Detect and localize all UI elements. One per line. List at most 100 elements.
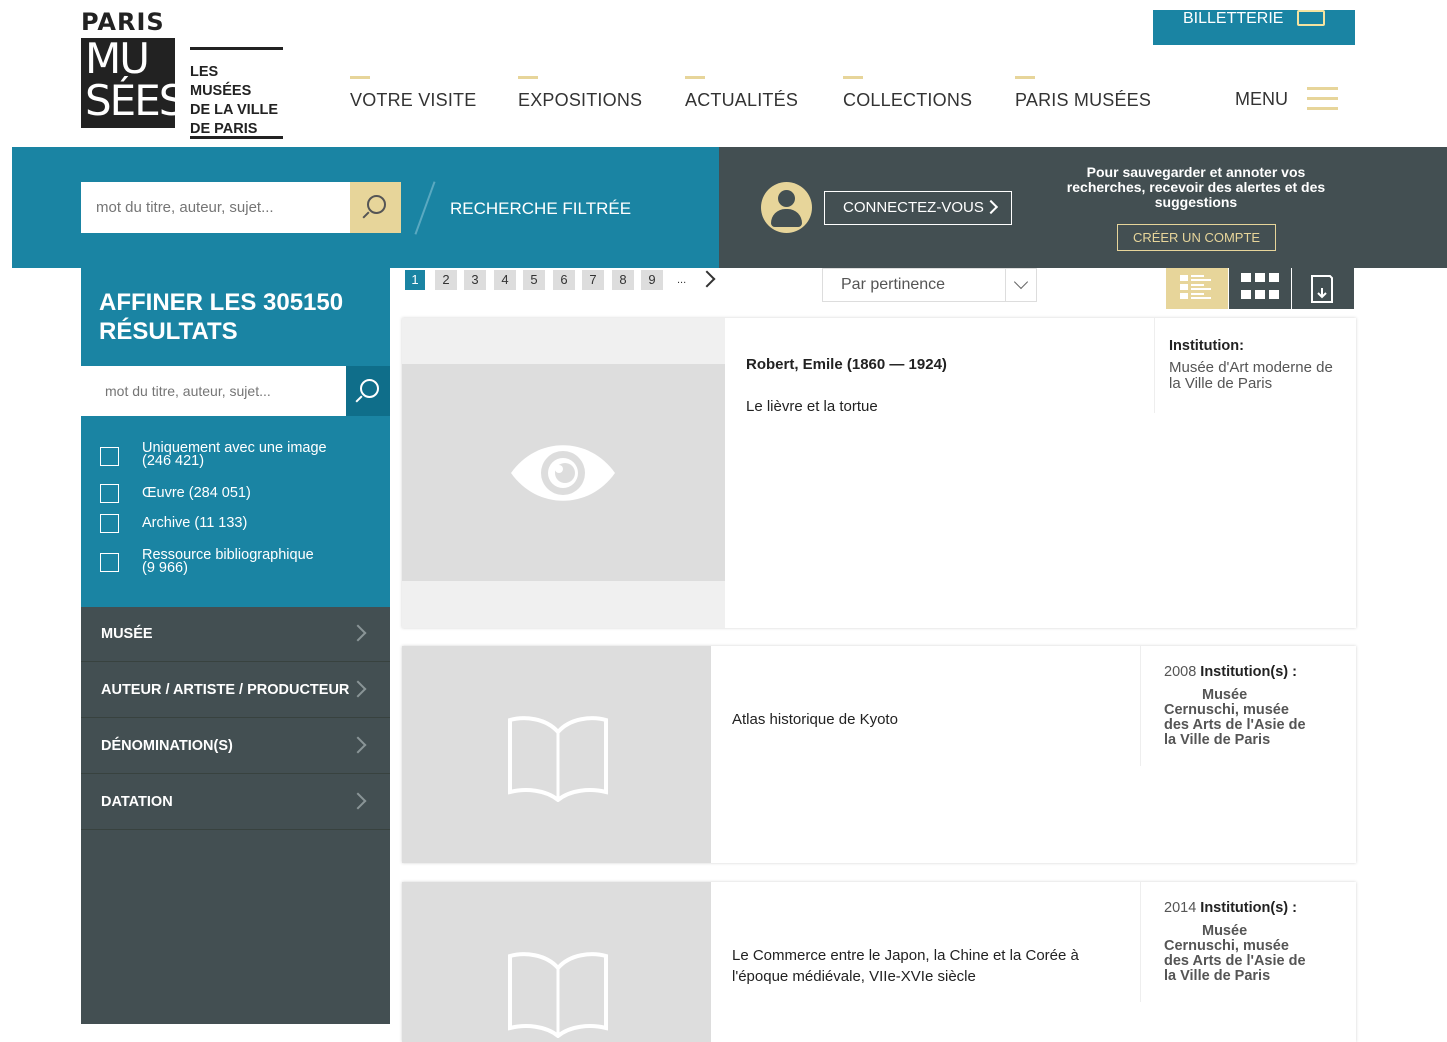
facet-auteur[interactable]: AUTEUR / ARTISTE / PRODUCTEUR: [81, 663, 390, 718]
institution-value[interactable]: Musée d'Art moderne de la Ville de Paris: [1169, 360, 1354, 392]
pagination-ellipsis: ...: [677, 274, 687, 286]
nav-accent-bar: [518, 76, 538, 79]
nav-actualites[interactable]: ACTUALITÉS: [685, 76, 799, 111]
result-thumbnail[interactable]: [402, 882, 711, 1042]
logo-mark-line-2: SÉES: [85, 76, 175, 125]
logo-paris-text[interactable]: PARIS: [81, 8, 165, 36]
refine-search-button[interactable]: [346, 366, 390, 416]
nav-accent-bar: [1015, 76, 1035, 79]
connect-button[interactable]: CONNECTEZ-VOUS: [824, 191, 1012, 225]
chevron-right-icon: [983, 199, 999, 215]
result-year: 2008: [1164, 664, 1197, 680]
ticketing-button[interactable]: BILLETTERIE: [1153, 10, 1355, 45]
hamburger-icon[interactable]: [1307, 87, 1338, 112]
facet-label: DÉNOMINATION(S): [101, 738, 233, 754]
page-8[interactable]: 8: [612, 270, 634, 290]
nav-label: VOTRE VISITE: [350, 90, 477, 110]
result-title[interactable]: Atlas historique de Kyoto: [732, 709, 898, 730]
refine-heading-line-2: RÉSULTATS: [99, 318, 238, 345]
page-6[interactable]: 6: [553, 270, 575, 290]
grid-view-icon: [1241, 273, 1279, 299]
nav-votre-visite[interactable]: VOTRE VISITE: [350, 76, 477, 111]
page-4[interactable]: 4: [494, 270, 516, 290]
search-button[interactable]: [350, 182, 401, 233]
page-1[interactable]: 1: [405, 270, 425, 290]
result-card[interactable]: Le Commerce entre le Japon, la Chine et …: [402, 882, 1356, 1042]
result-title[interactable]: Le lièvre et la tortue: [746, 396, 878, 417]
export-button[interactable]: [1292, 268, 1354, 309]
result-card[interactable]: Robert, Emile (1860 — 1924) Le lièvre et…: [402, 318, 1356, 628]
search-icon: [360, 379, 379, 398]
next-page-icon[interactable]: [698, 270, 716, 288]
filter-label: Œuvre (284 051): [142, 485, 251, 501]
institution-value[interactable]: Musée Cernuschi, musée des Arts de l'Asi…: [1164, 688, 1330, 748]
checkbox[interactable]: [100, 553, 119, 572]
chevron-right-icon: [349, 624, 367, 642]
nav-paris-musees[interactable]: PARIS MUSÉES: [1015, 76, 1152, 111]
refine-heading: AFFINER LES 305150 RÉSULTATS: [81, 268, 390, 366]
nav-label: ACTUALITÉS: [685, 90, 799, 110]
grid-view-button[interactable]: [1229, 268, 1291, 309]
logo-mark-line-1: MU: [85, 38, 150, 83]
connect-label: CONNECTEZ-VOUS: [843, 199, 984, 216]
chevron-right-icon: [349, 736, 367, 754]
ticketing-label: BILLETTERIE: [1183, 10, 1284, 27]
promo-line-2: recherches, recevoir des alertes et des: [1066, 179, 1326, 195]
result-thumbnail[interactable]: [402, 646, 711, 863]
facet-denomination[interactable]: DÉNOMINATION(S): [81, 719, 390, 774]
search-icon: [367, 195, 386, 214]
account-promo-text: Pour sauvegarder et annoter vos recherch…: [1058, 165, 1334, 210]
checkbox[interactable]: [100, 514, 119, 533]
list-view-icon: [1180, 275, 1211, 299]
checkbox[interactable]: [100, 447, 119, 466]
result-thumbnail[interactable]: [402, 318, 725, 628]
chevron-right-icon: [349, 680, 367, 698]
promo-line-3: suggestions: [1154, 194, 1238, 210]
chevron-right-icon: [349, 792, 367, 810]
page-9[interactable]: 9: [641, 270, 663, 290]
logo-wordmark-line-2: DE LA VILLE: [190, 102, 279, 118]
eye-icon: [511, 445, 615, 501]
facet-musee[interactable]: MUSÉE: [81, 607, 390, 662]
nav-accent-bar: [350, 76, 370, 79]
menu-label[interactable]: MENU: [1235, 89, 1288, 110]
chevron-down-icon: [1013, 274, 1029, 290]
facet-list: MUSÉE AUTEUR / ARTISTE / PRODUCTEUR DÉNO…: [81, 607, 390, 1024]
institution-label: Institution:: [1169, 338, 1244, 354]
result-institution: 2008 Institution(s) : Musée Cernuschi, m…: [1140, 646, 1330, 766]
page-3[interactable]: 3: [464, 270, 486, 290]
page-2[interactable]: 2: [435, 270, 457, 290]
institution-value[interactable]: Musée Cernuschi, musée des Arts de l'Asi…: [1164, 924, 1330, 984]
nav-label: EXPOSITIONS: [518, 90, 643, 110]
page-5[interactable]: 5: [523, 270, 545, 290]
filter-checkboxes: Uniquement avec une image (246 421) Œuvre…: [81, 416, 390, 607]
facet-label: MUSÉE: [101, 626, 153, 642]
create-account-button[interactable]: CRÉER UN COMPTE: [1117, 224, 1276, 251]
list-view-button[interactable]: [1166, 268, 1228, 309]
search-input[interactable]: [81, 182, 351, 233]
logo-wordmark-line-1: LES MUSÉES: [190, 64, 252, 99]
result-author[interactable]: Robert, Emile (1860 — 1924): [746, 356, 947, 373]
filter-label: Uniquement avec une image (246 421): [142, 440, 327, 469]
logo-wordmark[interactable]: LES MUSÉES DE LA VILLE DE PARIS: [190, 47, 283, 139]
result-card[interactable]: Atlas historique de Kyoto 2008 Instituti…: [402, 646, 1356, 863]
logo-mark[interactable]: MU SÉES: [81, 38, 175, 128]
filtered-search-link[interactable]: RECHERCHE FILTRÉE: [450, 199, 631, 219]
checkbox[interactable]: [100, 484, 119, 503]
nav-accent-bar: [685, 76, 705, 79]
filter-label: Archive (11 133): [142, 515, 248, 531]
result-institution: 2014 Institution(s) : Musée Cernuschi, m…: [1140, 882, 1330, 1002]
sort-selected: Par pertinence: [841, 276, 946, 293]
result-title[interactable]: Le Commerce entre le Japon, la Chine et …: [732, 945, 1079, 987]
facet-label: AUTEUR / ARTISTE / PRODUCTEUR: [101, 682, 350, 698]
facet-datation[interactable]: DATATION: [81, 775, 390, 830]
sort-select[interactable]: Par pertinence: [822, 268, 1037, 302]
refine-search-input[interactable]: [81, 366, 347, 416]
page-7[interactable]: 7: [582, 270, 604, 290]
result-year: 2014: [1164, 900, 1197, 916]
nav-label: PARIS MUSÉES: [1015, 90, 1152, 110]
nav-expositions[interactable]: EXPOSITIONS: [518, 76, 643, 111]
user-icon: [761, 182, 812, 233]
nav-collections[interactable]: COLLECTIONS: [843, 76, 972, 111]
result-institution: Institution: Musée d'Art moderne de la Vi…: [1154, 318, 1354, 413]
